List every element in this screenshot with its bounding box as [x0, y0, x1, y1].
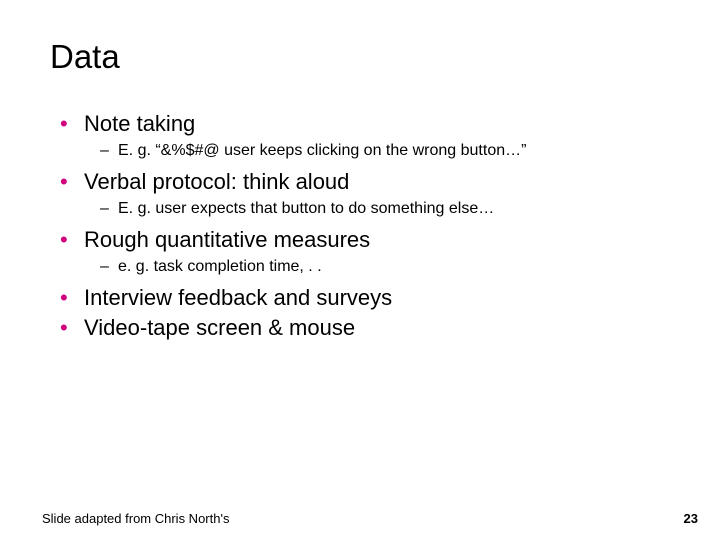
bullet-item: • Note taking	[60, 110, 680, 138]
bullet-label: Verbal protocol: think aloud	[84, 168, 349, 196]
bullet-label: Interview feedback and surveys	[84, 284, 392, 312]
sub-bullet-item: – e. g. task completion time, . .	[100, 256, 680, 278]
slide-number: 23	[684, 511, 698, 526]
bullet-label: Rough quantitative measures	[84, 226, 370, 254]
sub-bullet-label: e. g. task completion time, . .	[118, 256, 322, 278]
bullet-label: Note taking	[84, 110, 195, 138]
bullet-item: • Interview feedback and surveys	[60, 284, 680, 312]
bullet-icon: •	[60, 110, 84, 138]
bullet-item: • Video-tape screen & mouse	[60, 314, 680, 342]
sub-bullet-item: – E. g. user expects that button to do s…	[100, 198, 680, 220]
sub-bullet-item: – E. g. “&%$#@ user keeps clicking on th…	[100, 140, 680, 162]
bullet-icon: •	[60, 168, 84, 196]
slide: Data • Note taking – E. g. “&%$#@ user k…	[0, 0, 720, 540]
bullet-item: • Rough quantitative measures	[60, 226, 680, 254]
dash-icon: –	[100, 140, 118, 162]
slide-content: • Note taking – E. g. “&%$#@ user keeps …	[60, 110, 680, 344]
bullet-icon: •	[60, 314, 84, 342]
bullet-item: • Verbal protocol: think aloud	[60, 168, 680, 196]
bullet-icon: •	[60, 284, 84, 312]
sub-bullet-label: E. g. “&%$#@ user keeps clicking on the …	[118, 140, 526, 162]
dash-icon: –	[100, 198, 118, 220]
bullet-label: Video-tape screen & mouse	[84, 314, 355, 342]
slide-title: Data	[50, 38, 120, 76]
dash-icon: –	[100, 256, 118, 278]
bullet-icon: •	[60, 226, 84, 254]
sub-bullet-label: E. g. user expects that button to do som…	[118, 198, 494, 220]
footer-attribution: Slide adapted from Chris North's	[42, 511, 229, 526]
